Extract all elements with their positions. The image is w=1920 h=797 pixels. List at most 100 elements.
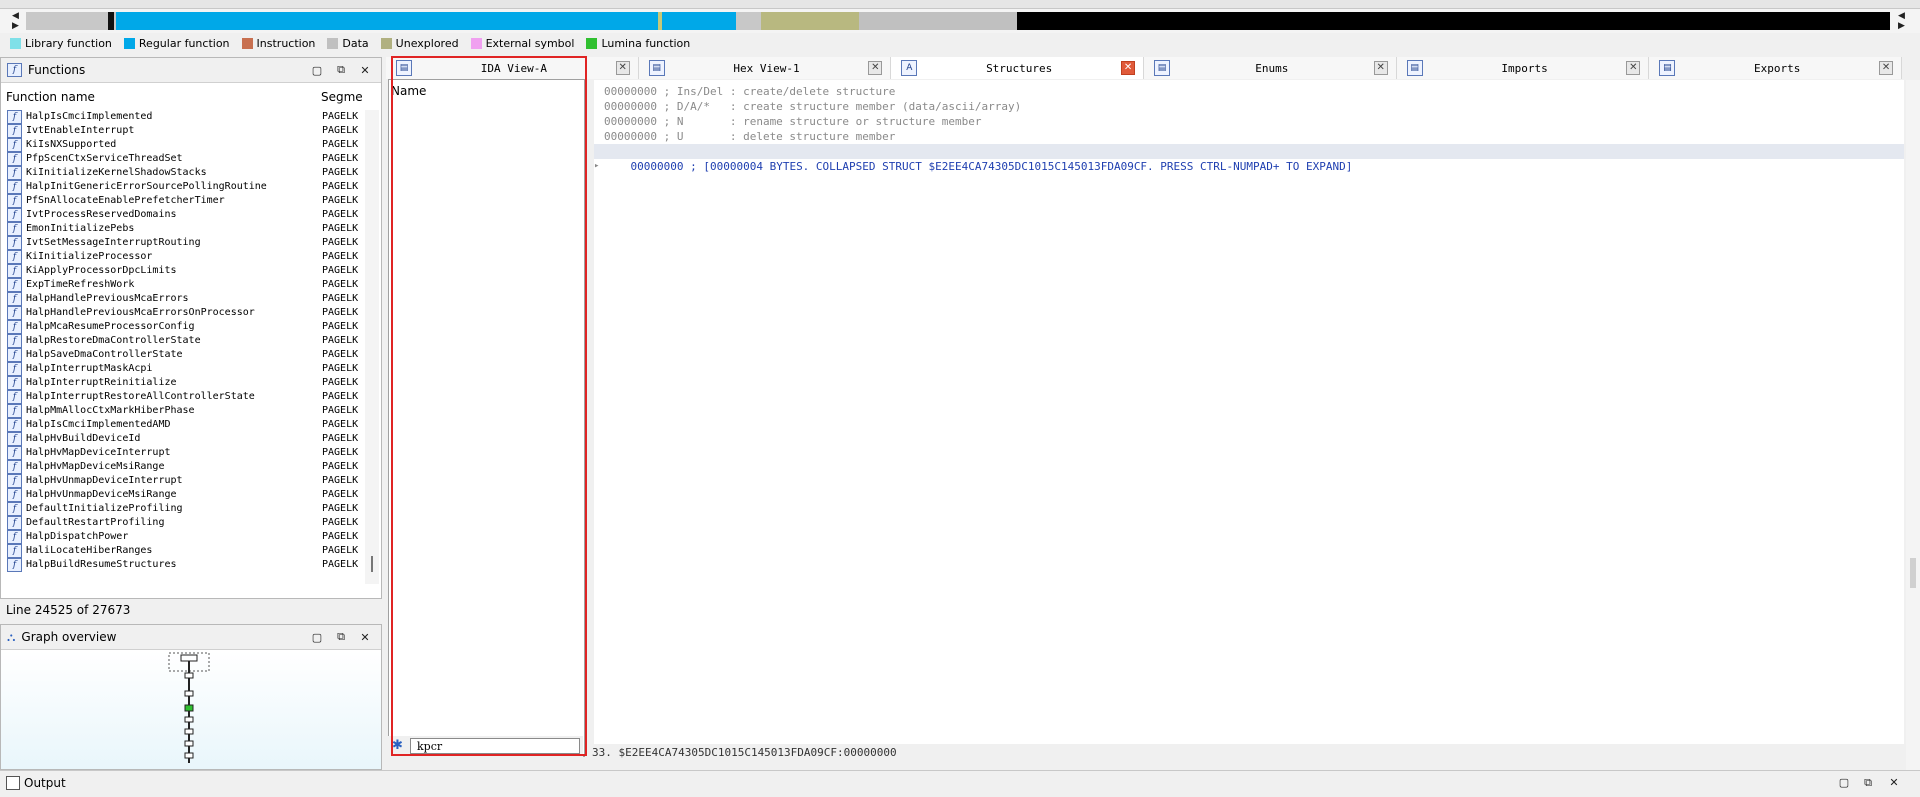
legend-swatch — [241, 37, 253, 49]
column-function-name[interactable]: Function name — [6, 90, 95, 104]
scrollbar-thumb[interactable] — [1910, 558, 1916, 588]
function-row[interactable]: f KiInitializeKernelShadowStacks PAGELK — [1, 166, 363, 180]
function-row[interactable]: f KiApplyProcessorDpcLimits PAGELK — [1, 264, 363, 278]
function-row[interactable]: f EmonInitializePebs PAGELK — [1, 222, 363, 236]
function-row[interactable]: f DefaultRestartProfiling PAGELK — [1, 516, 363, 530]
function-row[interactable]: f HalpMcaResumeProcessorConfig PAGELK — [1, 320, 363, 334]
function-row[interactable]: f ExpTimeRefreshWork PAGELK — [1, 278, 363, 292]
tab-close-icon[interactable]: ✕ — [1121, 61, 1136, 75]
hex-view-icon: ▤ — [648, 60, 665, 76]
function-row[interactable]: f IvtEnableInterrupt PAGELK — [1, 124, 363, 138]
function-segment: PAGELK — [322, 503, 359, 514]
function-row[interactable]: f HalpBuildResumeStructures PAGELK — [1, 558, 363, 572]
function-segment: PAGELK — [322, 559, 359, 570]
tab-ida-view-a[interactable]: ▤ IDA View-A ✕ — [386, 57, 639, 79]
listing-line[interactable]: 00000000 ; D/A/* : create structure memb… — [594, 99, 1904, 114]
function-row[interactable]: f PfpScenCtxServiceThreadSet PAGELK — [1, 152, 363, 166]
collapsed-struct-text: 00000000 ; [00000004 BYTES. COLLAPSED ST… — [630, 160, 1353, 173]
function-segment: PAGELK — [322, 461, 359, 472]
nav-end-right-arrow-icon[interactable]: ▶ — [1898, 21, 1905, 31]
function-segment: PAGELK — [322, 447, 359, 458]
collapsed-struct-row[interactable]: ▸ 00000000 ; [00000004 BYTES. COLLAPSED S… — [594, 144, 1904, 173]
functions-list[interactable]: f HalpIsCmciImplemented PAGELK f IvtEnableIn… — [1, 110, 363, 584]
tab-close-icon[interactable]: ✕ — [1373, 61, 1388, 75]
graph-title-bar: ⛬ Graph overview ▢ ⧉ ✕ — [1, 625, 381, 650]
function-row[interactable]: f KiInitializeProcessor PAGELK — [1, 250, 363, 264]
function-row[interactable]: f HalpHandlePreviousMcaErrors PAGELK — [1, 292, 363, 306]
listing-line[interactable]: 00000000 ; Ins/Del : create/delete struc… — [594, 84, 1904, 99]
function-row[interactable]: f HalpRestoreDmaControllerState PAGELK — [1, 334, 363, 348]
function-name: HalpInitGenericErrorSourcePollingRoutine — [26, 181, 267, 192]
maximize-icon[interactable]: ▢ — [309, 64, 325, 77]
function-row[interactable]: f HalpSaveDmaControllerState PAGELK — [1, 348, 363, 362]
navigation-bar[interactable] — [26, 12, 1890, 30]
nav-left-arrow-icon[interactable]: ◀ — [12, 11, 19, 21]
function-segment: PAGELK — [322, 335, 359, 346]
tab-close-icon[interactable]: ✕ — [1626, 61, 1641, 75]
listing-line[interactable]: 00000000 ; U : delete structure member — [594, 129, 1904, 144]
function-segment: PAGELK — [322, 279, 359, 290]
tab-structures[interactable]: A Structures ✕ — [891, 57, 1145, 79]
column-name[interactable]: Name — [391, 84, 426, 98]
function-row[interactable]: f HaliLocateHiberRanges PAGELK — [1, 544, 363, 558]
functions-scrollbar[interactable] — [365, 110, 379, 584]
function-row[interactable]: f KiIsNXSupported PAGELK — [1, 138, 363, 152]
function-row[interactable]: f HalpHvMapDeviceMsiRange PAGELK — [1, 460, 363, 474]
float-icon[interactable]: ⧉ — [333, 63, 349, 77]
function-row[interactable]: f HalpHvUnmapDeviceInterrupt PAGELK — [1, 474, 363, 488]
function-row[interactable]: f PfSnAllocateEnablePrefetcherTimer PAGELK — [1, 194, 363, 208]
tab-imports[interactable]: ▤ Imports ✕ — [1396, 57, 1650, 79]
function-row[interactable]: f HalpHvUnmapDeviceMsiRange PAGELK — [1, 488, 363, 502]
structures-icon: A — [901, 60, 918, 76]
tab-hex-view-1[interactable]: ▤ Hex View-1 ✕ — [638, 57, 892, 79]
column-segment[interactable]: Segme — [321, 90, 363, 104]
function-row[interactable]: f HalpIsCmciImplementedAMD PAGELK — [1, 418, 363, 432]
structures-search-input[interactable] — [410, 738, 580, 754]
listing-scrollbar[interactable] — [1906, 80, 1920, 770]
graph-title: Graph overview — [21, 630, 117, 644]
tab-close-icon[interactable]: ✕ — [1879, 61, 1894, 75]
close-icon[interactable]: ✕ — [357, 64, 373, 77]
function-row[interactable]: f HalpHvBuildDeviceId PAGELK — [1, 432, 363, 446]
nav-end-left-arrow-icon[interactable]: ◀ — [1898, 11, 1905, 21]
function-row[interactable]: f HalpIsCmciImplemented PAGELK — [1, 110, 363, 124]
tab-close-icon[interactable]: ✕ — [868, 61, 883, 75]
nav-segment-marker — [108, 12, 114, 30]
close-icon[interactable]: ✕ — [357, 631, 373, 644]
function-row[interactable]: f HalpHandlePreviousMcaErrorsOnProcessor P… — [1, 306, 363, 320]
function-name: HalpHvBuildDeviceId — [26, 433, 141, 444]
graph-overview-panel: ⛬ Graph overview ▢ ⧉ ✕ — [0, 624, 382, 770]
graph-canvas[interactable] — [1, 651, 381, 769]
tab-enums[interactable]: ▤ Enums ✕ — [1144, 57, 1397, 79]
legend-item: External symbol — [470, 37, 574, 50]
structures-list-pane[interactable]: Name — [388, 79, 585, 757]
function-row[interactable]: f IvtProcessReservedDomains PAGELK — [1, 208, 363, 222]
nav-segment-unexplored-small — [658, 12, 662, 30]
function-segment: PAGELK — [322, 489, 359, 500]
function-name: HalpSaveDmaControllerState — [26, 349, 183, 360]
scrollbar-thumb[interactable] — [371, 556, 373, 572]
tab-exports[interactable]: ▤ Exports ✕ — [1649, 57, 1903, 79]
expand-arrow-icon[interactable]: ▸ — [594, 159, 599, 174]
float-icon[interactable]: ⧉ — [1860, 776, 1876, 790]
maximize-icon[interactable]: ▢ — [1836, 776, 1852, 789]
function-segment: PAGELK — [322, 167, 359, 178]
float-icon[interactable]: ⧉ — [333, 630, 349, 644]
listing-line[interactable]: 00000000 ; N : rename structure or struc… — [594, 114, 1904, 129]
function-row[interactable]: f HalpInitGenericErrorSourcePollingRoutin… — [1, 180, 363, 194]
function-row[interactable]: f HalpInterruptRestoreAllControllerState P… — [1, 390, 363, 404]
nav-right-arrow-icon[interactable]: ▶ — [12, 21, 19, 31]
function-row[interactable]: f HalpHvMapDeviceInterrupt PAGELK — [1, 446, 363, 460]
structures-listing[interactable]: 00000000 ; Ins/Del : create/delete struc… — [594, 80, 1904, 744]
function-row[interactable]: f HalpDispatchPower PAGELK — [1, 530, 363, 544]
maximize-icon[interactable]: ▢ — [309, 631, 325, 644]
function-row[interactable]: f DefaultInitializeProfiling PAGELK — [1, 502, 363, 516]
tab-close-icon[interactable]: ✕ — [615, 61, 630, 75]
function-icon: f — [7, 166, 22, 180]
function-row[interactable]: f IvtSetMessageInterruptRouting PAGELK — [1, 236, 363, 250]
close-icon[interactable]: ✕ — [1886, 776, 1902, 789]
function-row[interactable]: f HalpInterruptReinitialize PAGELK — [1, 376, 363, 390]
function-row[interactable]: f HalpInterruptMaskAcpi PAGELK — [1, 362, 363, 376]
search-settings-icon[interactable]: ✱ — [392, 738, 403, 753]
function-row[interactable]: f HalpMmAllocCtxMarkHiberPhase PAGELK — [1, 404, 363, 418]
